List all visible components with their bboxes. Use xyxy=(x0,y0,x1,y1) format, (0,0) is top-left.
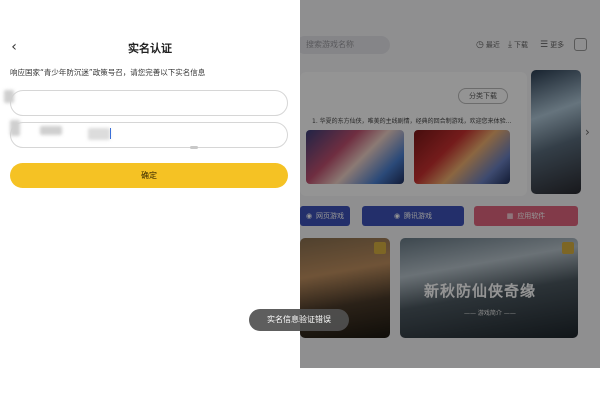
text-cursor xyxy=(110,128,111,139)
redacted-text xyxy=(10,120,20,136)
redacted-text xyxy=(4,90,14,103)
name-field[interactable] xyxy=(10,90,288,116)
redacted-text xyxy=(88,128,110,140)
confirm-button[interactable]: 确定 xyxy=(10,163,288,188)
error-toast: 实名信息验证错误 xyxy=(249,309,349,331)
page-title: 实名认证 xyxy=(128,42,172,55)
redacted-text xyxy=(40,126,62,135)
screenshot: 搜索游戏名称 ◷ 最近 ⤓ 下载 ☰ 更多 分类下载 1. 华夏的东方仙侠，唯美… xyxy=(0,0,600,368)
drag-handle xyxy=(190,146,198,149)
name-input[interactable] xyxy=(21,96,277,111)
policy-note: 响应国家“青少年防沉迷”政策号召，请您完善以下实名信息 xyxy=(10,68,206,77)
bottom-margin xyxy=(0,368,600,400)
